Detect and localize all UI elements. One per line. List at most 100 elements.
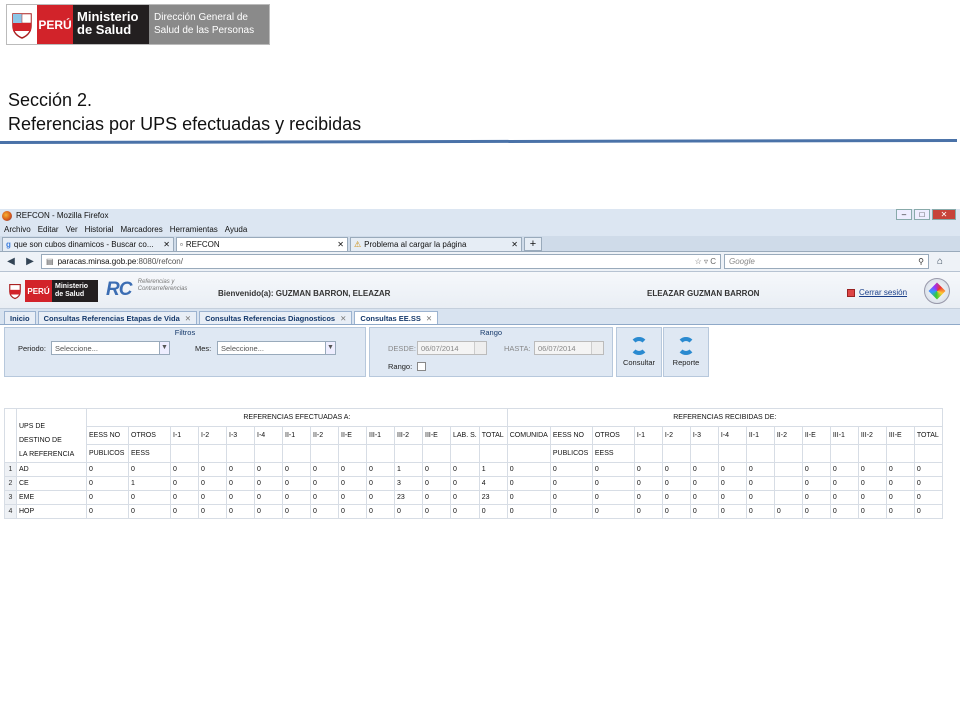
- hasta-date-field[interactable]: 06/07/2014: [534, 341, 604, 355]
- col-header-recibidas[interactable]: I-3: [689, 426, 719, 445]
- calendar-icon[interactable]: [591, 342, 603, 354]
- col-header-recibidas[interactable]: [689, 444, 719, 463]
- col-header-efectuadas[interactable]: PUBLICOS: [86, 444, 129, 463]
- col-header-recibidas[interactable]: I-1: [633, 426, 663, 445]
- col-header-recibidas[interactable]: II-2: [773, 426, 803, 445]
- col-header-efectuadas[interactable]: I-1: [170, 426, 199, 445]
- col-header-recibidas[interactable]: [661, 444, 691, 463]
- close-tab-icon[interactable]: ✕: [163, 240, 170, 249]
- close-tab-icon[interactable]: ✕: [340, 314, 346, 323]
- col-header-efectuadas[interactable]: II-E: [338, 426, 367, 445]
- consultar-button[interactable]: Consultar: [616, 327, 662, 377]
- col-header-recibidas[interactable]: I-4: [717, 426, 747, 445]
- close-tab-icon[interactable]: ✕: [185, 314, 191, 323]
- col-header-recibidas[interactable]: EESS: [591, 444, 635, 463]
- col-header-recibidas[interactable]: PUBLICOS: [549, 444, 593, 463]
- col-header-recibidas[interactable]: [633, 444, 663, 463]
- browser-tab-search[interactable]: g que son cubos dinamicos - Buscar co...…: [2, 237, 174, 251]
- col-header-efectuadas[interactable]: LAB. S.: [450, 426, 480, 445]
- minimize-button[interactable]: –: [896, 209, 912, 220]
- table-row[interactable]: 1 AD 0 0 0 0 0 0 0 0 0 0 1 0 0 1 0 0 0 0 0 0 0 0 0 0 0 0 0: [4, 462, 943, 477]
- col-header-recibidas[interactable]: [829, 444, 859, 463]
- periodo-select[interactable]: Seleccione... ▼: [51, 341, 170, 355]
- col-header-recibidas[interactable]: II-E: [801, 426, 831, 445]
- col-header-efectuadas[interactable]: [198, 444, 227, 463]
- table-row[interactable]: 3 EME 0 0 0 0 0 0 0 0 0 0 23 0 0 23 0 0 0 0 0 0 0 0 0 0 0 0 0: [4, 490, 943, 505]
- menu-ver[interactable]: Ver: [66, 225, 78, 234]
- col-header-efectuadas[interactable]: I-2: [198, 426, 227, 445]
- menu-ayuda[interactable]: Ayuda: [225, 225, 248, 234]
- cube-icon[interactable]: [924, 278, 950, 304]
- col-header-efectuadas[interactable]: EESS: [128, 444, 171, 463]
- calendar-icon[interactable]: [474, 342, 486, 354]
- menu-editar[interactable]: Editar: [38, 225, 59, 234]
- col-header-efectuadas[interactable]: OTROS: [128, 426, 171, 445]
- bookmark-star-icon[interactable]: ☆ ▿ C: [695, 257, 716, 266]
- browser-tab-refcon[interactable]: ▫ REFCON ✕: [176, 237, 348, 251]
- col-header-recibidas[interactable]: [857, 444, 887, 463]
- col-header-efectuadas[interactable]: III-2: [394, 426, 423, 445]
- menu-archivo[interactable]: Archivo: [4, 225, 31, 234]
- col-header-recibidas[interactable]: COMUNIDA: [506, 426, 551, 445]
- col-header-recibidas[interactable]: [801, 444, 831, 463]
- rango-checkbox[interactable]: [417, 362, 426, 371]
- reporte-button[interactable]: Reporte: [663, 327, 709, 377]
- col-header-efectuadas[interactable]: TOTAL: [478, 426, 508, 445]
- new-tab-button[interactable]: +: [524, 237, 542, 251]
- col-header-recibidas[interactable]: TOTAL: [913, 426, 943, 445]
- close-tab-icon[interactable]: ✕: [337, 240, 344, 249]
- col-header-recibidas[interactable]: I-2: [661, 426, 691, 445]
- close-tab-icon[interactable]: ✕: [511, 240, 518, 249]
- search-icon[interactable]: ⚲: [918, 257, 924, 266]
- col-header-efectuadas[interactable]: III-E: [422, 426, 451, 445]
- col-header-recibidas[interactable]: [773, 444, 803, 463]
- desde-date-field[interactable]: 06/07/2014: [417, 341, 487, 355]
- col-header-efectuadas[interactable]: [478, 444, 508, 463]
- col-header-recibidas[interactable]: II-1: [745, 426, 775, 445]
- tab-etapas-de-vida[interactable]: Consultas Referencias Etapas de Vida ✕: [37, 311, 198, 324]
- col-header-recibidas[interactable]: OTROS: [591, 426, 635, 445]
- col-header-efectuadas[interactable]: EESS NO: [86, 426, 129, 445]
- col-header-recibidas[interactable]: [717, 444, 747, 463]
- col-header-efectuadas[interactable]: I-4: [254, 426, 283, 445]
- close-window-button[interactable]: ✕: [932, 209, 956, 220]
- col-header-efectuadas[interactable]: [422, 444, 451, 463]
- tab-ee-ss[interactable]: Consultas EE.SS ✕: [354, 311, 439, 324]
- tab-diagnosticos[interactable]: Consultas Referencias Diagnosticos ✕: [199, 311, 353, 324]
- col-header-recibidas[interactable]: [745, 444, 775, 463]
- col-header-efectuadas[interactable]: [310, 444, 339, 463]
- col-header-recibidas[interactable]: [913, 444, 943, 463]
- search-bar[interactable]: Google ⚲: [724, 254, 929, 269]
- col-header-efectuadas[interactable]: III-1: [366, 426, 395, 445]
- col-header-recibidas[interactable]: III-E: [885, 426, 915, 445]
- col-header-efectuadas[interactable]: II-1: [282, 426, 311, 445]
- col-header-efectuadas[interactable]: [170, 444, 199, 463]
- col-header-efectuadas[interactable]: [450, 444, 480, 463]
- menu-herramientas[interactable]: Herramientas: [170, 225, 218, 234]
- col-header-efectuadas[interactable]: [394, 444, 423, 463]
- col-header-efectuadas[interactable]: [282, 444, 311, 463]
- maximize-button[interactable]: □: [914, 209, 930, 220]
- menu-marcadores[interactable]: Marcadores: [121, 225, 163, 234]
- col-header-efectuadas[interactable]: [338, 444, 367, 463]
- col-header-recibidas[interactable]: III-1: [829, 426, 859, 445]
- col-header-recibidas[interactable]: [885, 444, 915, 463]
- col-header-efectuadas[interactable]: [366, 444, 395, 463]
- home-icon[interactable]: ⌂: [932, 255, 948, 269]
- menu-historial[interactable]: Historial: [85, 225, 114, 234]
- col-header-efectuadas[interactable]: [226, 444, 255, 463]
- col-header-recibidas[interactable]: EESS NO: [549, 426, 593, 445]
- back-icon[interactable]: ◀: [3, 255, 19, 269]
- browser-tab-error[interactable]: ⚠ Problema al cargar la página ✕: [350, 237, 522, 251]
- close-tab-icon[interactable]: ✕: [426, 314, 432, 323]
- col-header-recibidas[interactable]: III-2: [857, 426, 887, 445]
- tab-inicio[interactable]: Inicio: [4, 311, 36, 324]
- col-header-efectuadas[interactable]: I-3: [226, 426, 255, 445]
- table-row[interactable]: 4 HOP 0 0 0 0 0 0 0 0 0 0 0 0 0 0 0 0 0 0 0 0 0 0 0 0 0 0 0 0: [4, 504, 943, 519]
- mes-select[interactable]: Seleccione... ▼: [217, 341, 336, 355]
- forward-icon[interactable]: ▶: [22, 255, 38, 269]
- col-header-efectuadas[interactable]: II-2: [310, 426, 339, 445]
- logout-link[interactable]: Cerrar sesión: [847, 288, 907, 297]
- col-header-efectuadas[interactable]: [254, 444, 283, 463]
- url-bar[interactable]: ▤ paracas.minsa.gob.pe :8080/refcon/ ☆ ▿…: [41, 254, 721, 269]
